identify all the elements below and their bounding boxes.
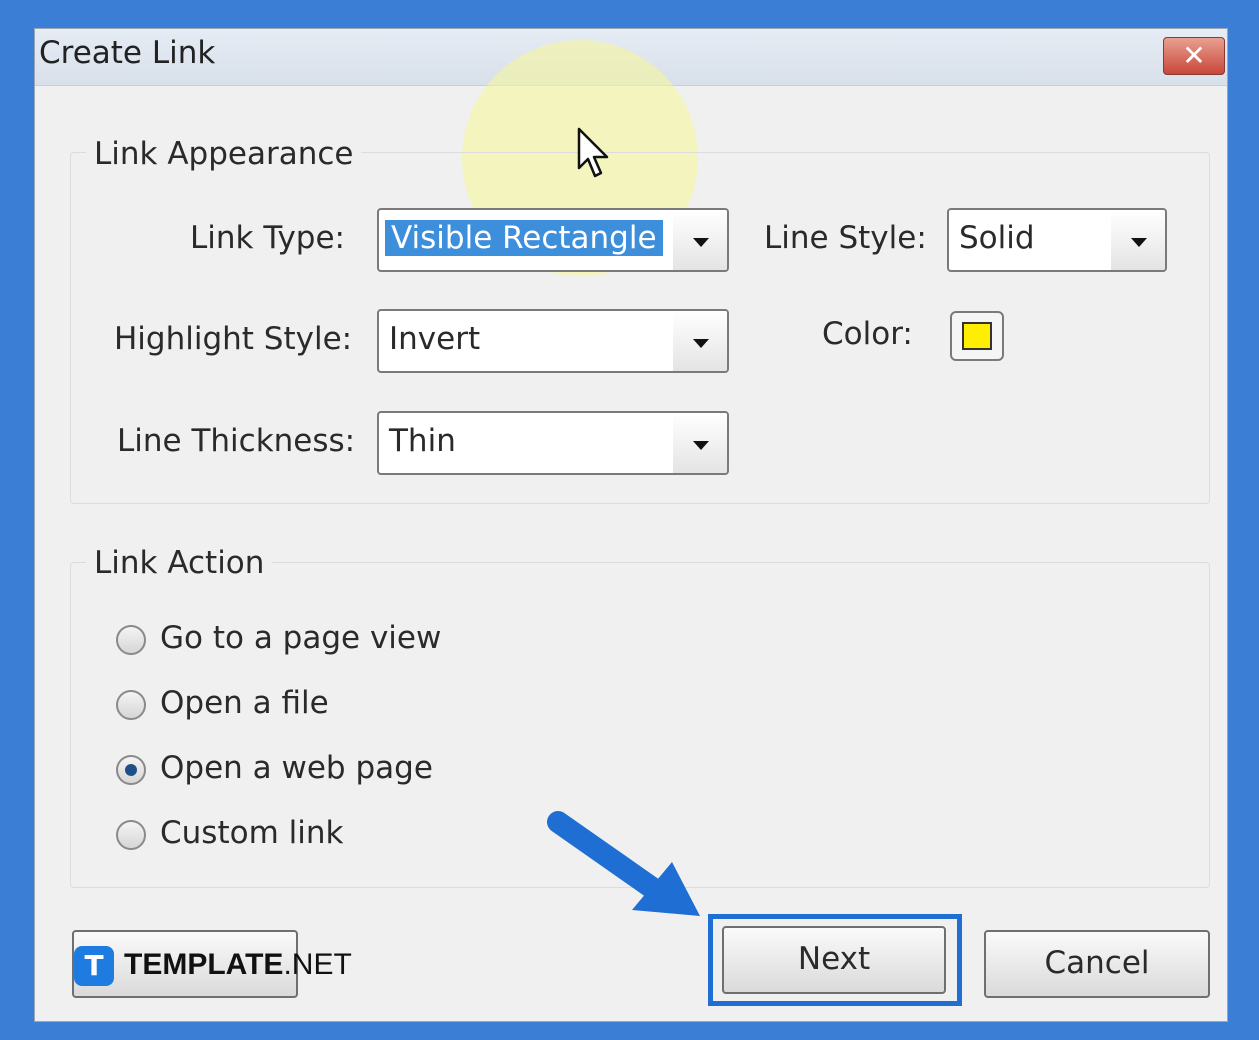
window-title: Create Link (39, 35, 216, 71)
pointer-arrow-icon (547, 811, 700, 916)
radio-button[interactable] (116, 690, 146, 720)
template-logo-icon: T (74, 946, 114, 986)
line-thickness-label: Line Thickness: (117, 423, 356, 459)
radio-label: Go to a page view (160, 620, 442, 656)
radio-label: Open a web page (160, 750, 433, 786)
line-style-select[interactable]: Solid (947, 208, 1167, 272)
color-swatch (962, 322, 992, 350)
line-thickness-select[interactable]: Thin (377, 411, 729, 475)
line-style-label: Line Style: (764, 220, 927, 256)
highlight-style-select[interactable]: Invert (377, 309, 729, 373)
link-type-select[interactable]: Visible Rectangle (377, 208, 729, 272)
radio-button[interactable] (116, 820, 146, 850)
color-picker-button[interactable] (950, 311, 1004, 361)
line-style-value: Solid (959, 220, 1035, 256)
line-thickness-value: Thin (389, 423, 456, 459)
link-type-value: Visible Rectangle (385, 220, 663, 256)
brand-suffix: .NET (283, 948, 352, 981)
next-button-highlight (708, 914, 962, 1006)
close-icon: ✕ (1182, 39, 1206, 72)
radio-button-selected[interactable] (116, 755, 146, 785)
link-appearance-legend: Link Appearance (86, 136, 362, 172)
link-action-legend: Link Action (86, 545, 273, 581)
chevron-down-icon[interactable] (673, 413, 727, 473)
link-type-label: Link Type: (190, 220, 345, 256)
chevron-down-icon[interactable] (1111, 210, 1165, 270)
chevron-down-icon[interactable] (673, 210, 727, 270)
cancel-button[interactable]: Cancel (984, 930, 1210, 998)
highlight-style-value: Invert (389, 321, 481, 357)
brand-bold: TEMPLATE (124, 948, 284, 981)
chevron-down-icon[interactable] (673, 311, 727, 371)
brand-text: TEMPLATE.NET (124, 948, 352, 982)
close-button[interactable]: ✕ (1163, 37, 1225, 75)
color-label: Color: (822, 316, 913, 352)
mouse-pointer-icon (577, 127, 609, 178)
radio-button[interactable] (116, 625, 146, 655)
radio-label: Custom link (160, 815, 344, 851)
radio-label: Open a file (160, 685, 329, 721)
highlight-style-label: Highlight Style: (114, 321, 353, 357)
